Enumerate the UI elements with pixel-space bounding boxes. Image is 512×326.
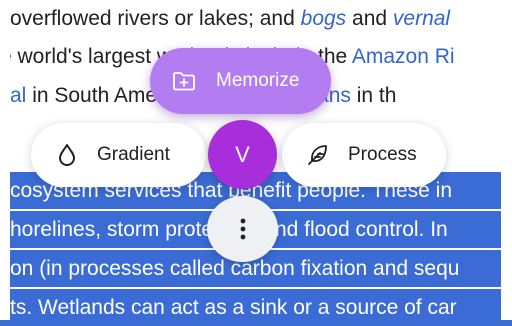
- process-label: Process: [348, 144, 417, 165]
- link-pantanal[interactable]: al: [10, 84, 26, 107]
- link-vernal[interactable]: vernal: [393, 7, 450, 30]
- text-span: and: [346, 7, 393, 30]
- droplet-icon: [57, 143, 77, 167]
- folder-plus-icon: [172, 70, 196, 92]
- link-amazon-river[interactable]: Amazon Ri: [352, 45, 455, 68]
- process-button[interactable]: Process: [282, 123, 446, 187]
- text-span: e world's largest: [0, 45, 157, 68]
- center-avatar-button[interactable]: V: [208, 120, 277, 189]
- memorize-button[interactable]: Memorize: [150, 48, 331, 114]
- text-span: ts. Wetlands can act as a sink or a sour…: [10, 296, 457, 319]
- screen-right-edge: [501, 0, 512, 320]
- center-letter: V: [235, 141, 250, 167]
- more-vert-icon: [239, 217, 247, 241]
- gradient-button[interactable]: Gradient: [31, 123, 206, 187]
- more-options-button[interactable]: [207, 196, 278, 262]
- feather-icon: [306, 143, 330, 167]
- memorize-label: Memorize: [216, 70, 300, 91]
- link-bogs[interactable]: bogs: [301, 7, 347, 30]
- article-line: overflowed rivers or lakes; and bogs and…: [10, 0, 450, 37]
- gradient-label: Gradient: [97, 144, 170, 165]
- screen-left-edge: [0, 0, 10, 320]
- text-span: in th: [350, 84, 397, 107]
- text-span: overflowed rivers or lakes; and: [10, 7, 301, 30]
- selected-line[interactable]: ts. Wetlands can act as a sink or a sour…: [0, 289, 512, 326]
